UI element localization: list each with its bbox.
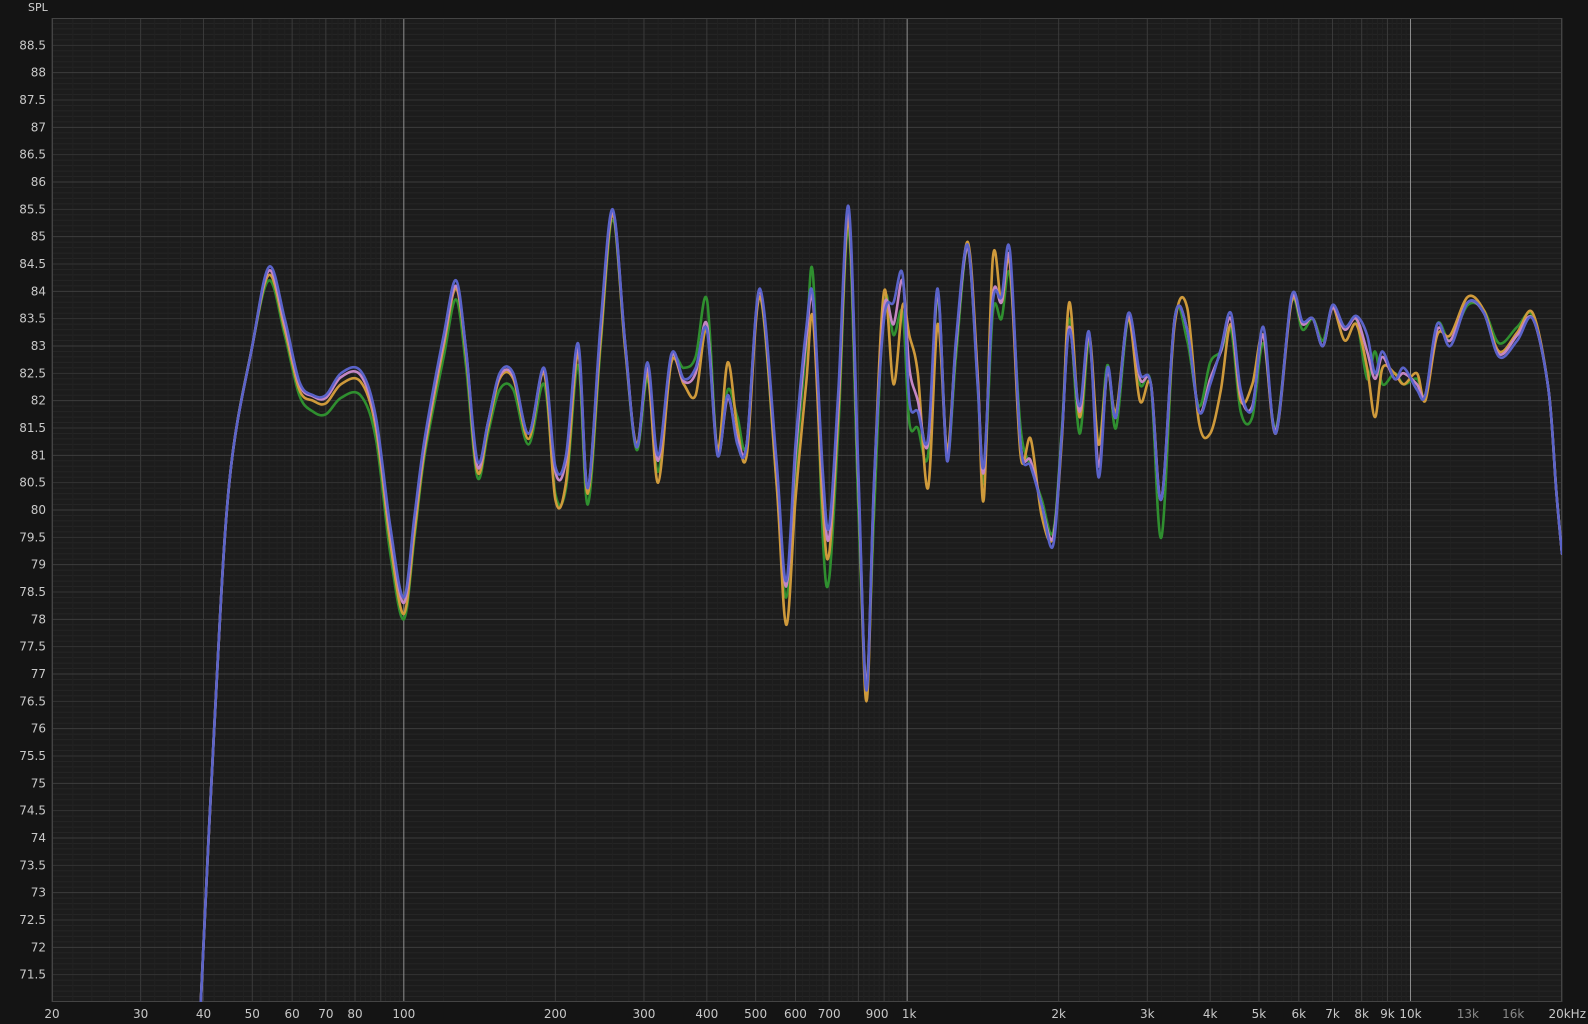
x-tick-label: 6k	[1292, 1007, 1307, 1021]
x-tick-label: 80	[347, 1007, 362, 1021]
x-tick-label: 40	[196, 1007, 211, 1021]
x-tick-label: 300	[633, 1007, 656, 1021]
y-tick-label: 72.5	[19, 913, 46, 927]
y-tick-label: 84.5	[19, 257, 46, 271]
y-tick-label: 88.5	[19, 38, 46, 52]
x-tick-label: 20	[44, 1007, 59, 1021]
y-tick-label: 71.5	[19, 968, 46, 982]
x-tick-label: 4k	[1203, 1007, 1218, 1021]
x-tick-label: 1k	[902, 1007, 917, 1021]
x-tick-label: 100	[392, 1007, 415, 1021]
y-tick-label: 83	[31, 339, 46, 353]
y-tick-label: 86.5	[19, 148, 46, 162]
x-tick-label: 30	[133, 1007, 148, 1021]
y-tick-label: 88	[31, 66, 46, 80]
x-tick-label: 10k	[1399, 1007, 1421, 1021]
y-tick-label: 72	[31, 940, 46, 954]
y-tick-label: 79	[31, 558, 46, 572]
y-tick-label: 84	[31, 284, 46, 298]
y-tick-label: 77.5	[19, 640, 46, 654]
x-tick-label: 2k	[1051, 1007, 1066, 1021]
y-tick-label: 74.5	[19, 804, 46, 818]
y-tick-label: 85	[31, 230, 46, 244]
x-tick-label: 600	[784, 1007, 807, 1021]
y-tick-label: 87	[31, 120, 46, 134]
y-tick-label: 76.5	[19, 694, 46, 708]
y-tick-label: 87.5	[19, 93, 46, 107]
y-tick-label: 78	[31, 612, 46, 626]
x-tick-label: 5k	[1252, 1007, 1267, 1021]
y-tick-label: 76	[31, 722, 46, 736]
x-tick-label: 7k	[1325, 1007, 1340, 1021]
x-tick-label: 900	[866, 1007, 889, 1021]
x-tick-label: 700	[818, 1007, 841, 1021]
frequency-response-chart: 71.5 72 72.5 73 73.5 74 74.5 75 75.5 76 76.5 77 77.5…	[0, 0, 1588, 1024]
x-tick-label: 70	[318, 1007, 333, 1021]
y-tick-label: 73.5	[19, 858, 46, 872]
y-tick-label: 81	[31, 448, 46, 462]
x-tick-label: 200	[544, 1007, 567, 1021]
y-tick-label: 77	[31, 667, 46, 681]
y-tick-label: 74	[31, 831, 46, 845]
y-tick-label: 78.5	[19, 585, 46, 599]
y-tick-label: 86	[31, 175, 46, 189]
y-tick-label: 81.5	[19, 421, 46, 435]
x-tick-label: 500	[744, 1007, 767, 1021]
y-tick-label: 75.5	[19, 749, 46, 763]
y-tick-label: 80	[31, 503, 46, 517]
y-tick-label: 80.5	[19, 476, 46, 490]
x-tick-label: 20kHz	[1548, 1007, 1586, 1021]
y-axis-label: SPL	[28, 1, 49, 14]
y-tick-label: 83.5	[19, 312, 46, 326]
x-tick-label: 3k	[1140, 1007, 1155, 1021]
y-tick-label: 79.5	[19, 530, 46, 544]
x-tick-label: 13k	[1457, 1007, 1479, 1021]
y-tick-label: 75	[31, 776, 46, 790]
x-tick-label: 400	[695, 1007, 718, 1021]
x-tick-label: 60	[285, 1007, 300, 1021]
x-tick-label: 16k	[1502, 1007, 1524, 1021]
x-tick-label: 50	[245, 1007, 260, 1021]
y-tick-label: 85.5	[19, 202, 46, 216]
y-tick-label: 82	[31, 394, 46, 408]
y-tick-label: 73	[31, 886, 46, 900]
y-tick-label: 82.5	[19, 366, 46, 380]
x-tick-label: 9k	[1380, 1007, 1395, 1021]
x-tick-label: 8k	[1354, 1007, 1369, 1021]
